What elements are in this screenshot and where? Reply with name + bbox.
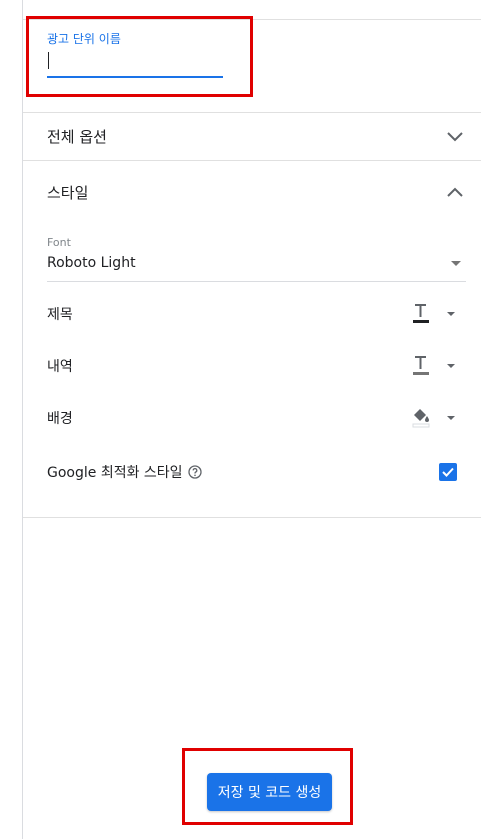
ad-unit-name-section: 광고 단위 이름	[23, 20, 481, 113]
general-options-title: 전체 옵션	[47, 128, 107, 146]
google-optimized-label: Google 최적화 스타일	[47, 462, 202, 482]
description-color-label: 내역	[47, 359, 73, 375]
title-color-picker[interactable]	[411, 299, 455, 329]
dropdown-arrow-icon	[447, 416, 455, 420]
dropdown-arrow-icon	[447, 312, 455, 316]
ad-unit-editor-panel: 광고 단위 이름 전체 옵션 스타일 Font Roboto Light 제목	[0, 0, 481, 839]
title-color-row: 제목	[47, 299, 467, 329]
ad-unit-name-input[interactable]	[47, 50, 223, 78]
text-color-icon	[411, 354, 431, 376]
dropdown-arrow-icon	[447, 364, 455, 368]
fill-color-icon	[411, 406, 431, 428]
description-color-picker[interactable]	[411, 351, 455, 381]
chevron-down-icon[interactable]	[445, 126, 465, 146]
google-optimized-label-text: Google 최적화 스타일	[47, 465, 183, 481]
ad-unit-name-field[interactable]: 광고 단위 이름	[47, 30, 223, 78]
background-color-label: 배경	[47, 411, 73, 427]
google-optimized-row: Google 최적화 스타일	[47, 457, 467, 487]
dropdown-arrow-icon[interactable]	[451, 261, 461, 266]
ad-unit-name-label: 광고 단위 이름	[47, 32, 121, 46]
style-header[interactable]: 스타일	[23, 168, 481, 216]
font-label: Font	[47, 236, 71, 249]
description-color-row: 내역	[47, 351, 467, 381]
font-select[interactable]: Font Roboto Light	[47, 236, 466, 282]
background-color-picker[interactable]	[411, 403, 455, 433]
text-color-icon	[411, 302, 431, 324]
google-optimized-checkbox[interactable]	[439, 463, 457, 481]
style-section-divider	[23, 517, 481, 518]
general-options-header[interactable]: 전체 옵션	[23, 112, 481, 161]
save-and-generate-code-button[interactable]: 저장 및 코드 생성	[207, 773, 332, 811]
text-cursor	[48, 52, 49, 69]
title-color-label: 제목	[47, 307, 73, 323]
background-color-row: 배경	[47, 403, 467, 433]
font-value: Roboto Light	[47, 255, 136, 271]
checkmark-icon	[442, 467, 454, 477]
help-icon[interactable]	[187, 465, 202, 479]
style-title: 스타일	[47, 184, 89, 202]
chevron-up-icon[interactable]	[445, 182, 465, 202]
